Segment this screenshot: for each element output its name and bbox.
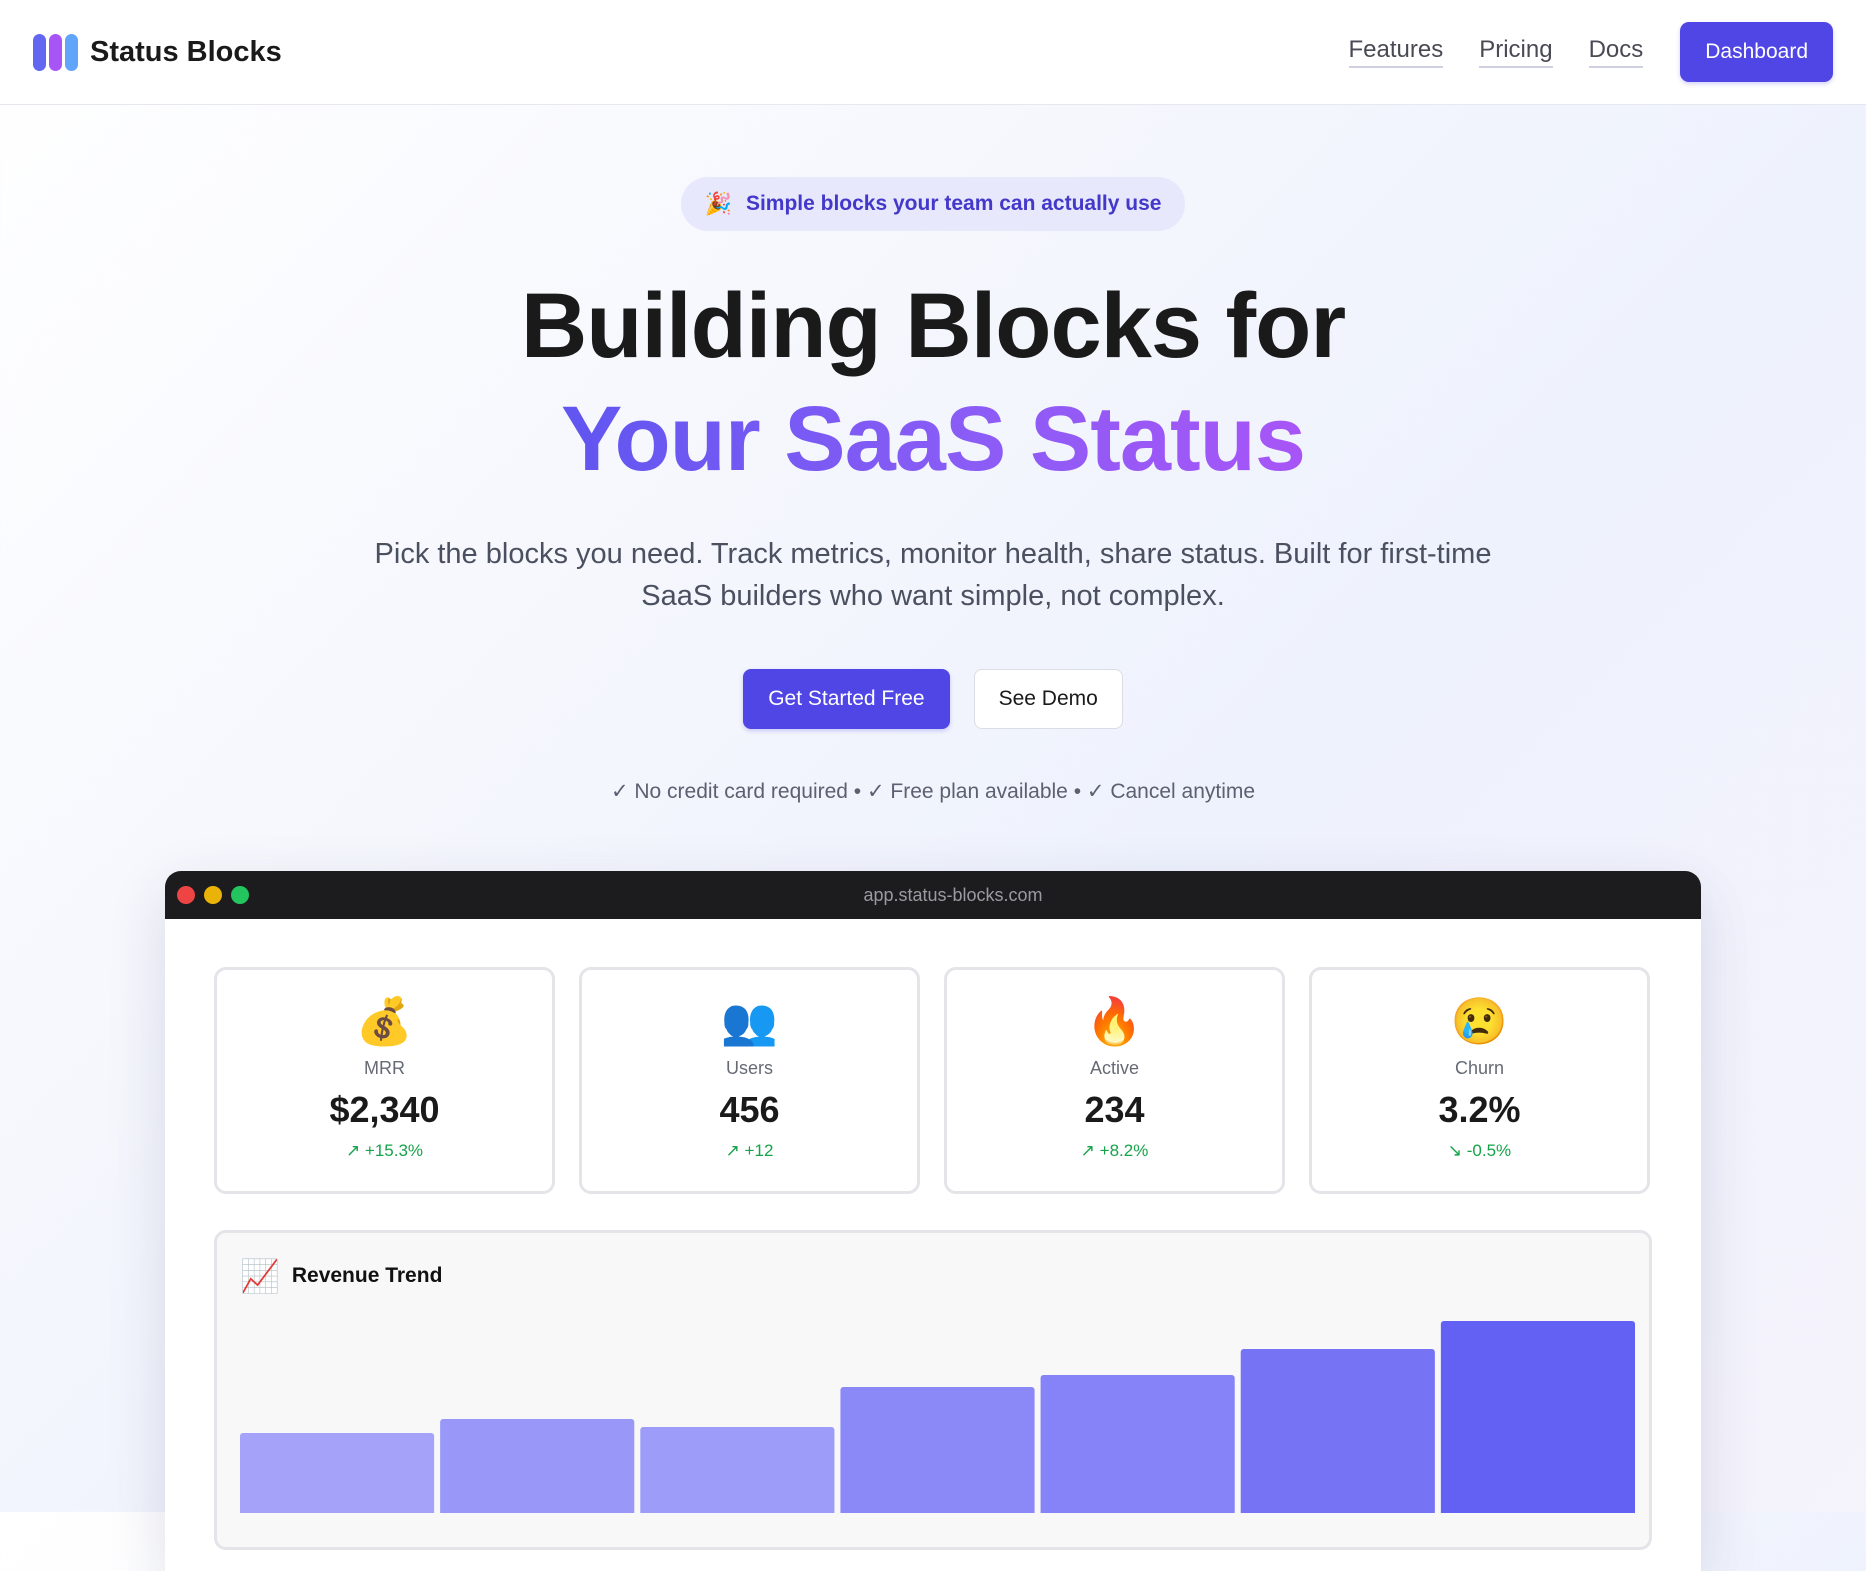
cta-group: Get Started Free See Demo <box>0 668 1866 729</box>
hero-title: Building Blocks for <box>520 275 1346 377</box>
metric-label: Active <box>1089 1058 1140 1078</box>
metric-value: 3.2% <box>1438 1089 1521 1130</box>
fire-icon: 🔥 <box>1085 995 1144 1047</box>
window-url: app.status-blocks.com <box>863 884 1043 905</box>
announcement-pill[interactable]: 🎉 Simple blocks your team can actually u… <box>680 177 1186 231</box>
chart-bar <box>1440 1321 1635 1513</box>
nav-link-pricing[interactable]: Pricing <box>1479 36 1553 68</box>
metric-label: MRR <box>364 1058 405 1078</box>
nav-link-docs[interactable]: Docs <box>1588 36 1644 68</box>
nav-link-features[interactable]: Features <box>1348 36 1444 68</box>
brand-name: Status Blocks <box>90 35 282 68</box>
metric-card-active[interactable]: 🔥 Active 234 ↗ +8.2% <box>944 967 1285 1194</box>
metric-card-users[interactable]: 👥 Users 456 ↗ +12 <box>579 967 920 1194</box>
chart-bar <box>640 1427 835 1513</box>
crying-face-icon: 😢 <box>1450 995 1509 1047</box>
metric-change: ↘ -0.5% <box>1447 1141 1512 1160</box>
dashboard-button[interactable]: Dashboard <box>1680 22 1833 82</box>
metric-value: 456 <box>719 1089 780 1130</box>
revenue-bar-chart <box>240 1321 1635 1513</box>
chart-bar <box>1040 1375 1235 1513</box>
logo-bar <box>33 33 46 71</box>
hero: 🎉 Simple blocks your team can actually u… <box>0 105 1866 804</box>
pill-text: Simple blocks your team can actually use <box>745 192 1162 215</box>
metric-label: Users <box>725 1058 773 1078</box>
metric-label: Churn <box>1454 1058 1505 1078</box>
app-preview-window: app.status-blocks.com 💰 MRR $2,340 ↗ +15… <box>165 871 1701 1571</box>
chart-bar <box>240 1433 435 1513</box>
chart-bar <box>440 1419 635 1513</box>
chart-bar <box>840 1387 1035 1513</box>
trust-line: ✓ No credit card required • ✓ Free plan … <box>610 779 1256 803</box>
users-icon: 👥 <box>720 995 779 1047</box>
hero-subtitle: Pick the blocks you need. Track metrics,… <box>374 537 1492 612</box>
logo-bar <box>65 33 78 71</box>
hero-title-highlight: Your SaaS Status <box>561 384 1306 494</box>
logo-bar <box>49 33 62 71</box>
metric-value: $2,340 <box>329 1089 440 1130</box>
minimize-dot-icon[interactable] <box>204 886 222 904</box>
metric-change: ↗ +8.2% <box>1080 1141 1149 1160</box>
top-nav: Status Blocks Features Pricing Docs Dash… <box>0 0 1866 105</box>
party-popper-icon: 🎉 <box>704 191 732 216</box>
close-dot-icon[interactable] <box>177 886 195 904</box>
metric-change: ↗ +15.3% <box>345 1141 424 1160</box>
chart-header: 📈 Revenue Trend <box>217 1233 1649 1295</box>
nav-links: Features Pricing Docs Dashboard <box>1348 22 1833 82</box>
get-started-button[interactable]: Get Started Free <box>743 668 950 729</box>
window-titlebar: app.status-blocks.com <box>165 871 1701 919</box>
revenue-trend-card: 📈 Revenue Trend <box>214 1230 1652 1550</box>
chart-bar <box>1240 1349 1435 1513</box>
logo-icon <box>33 33 78 71</box>
metric-value: 234 <box>1084 1089 1145 1130</box>
metric-card-churn[interactable]: 😢 Churn 3.2% ↘ -0.5% <box>1309 967 1650 1194</box>
metric-change: ↗ +12 <box>725 1141 774 1160</box>
window-controls <box>177 886 249 904</box>
brand[interactable]: Status Blocks <box>33 33 282 71</box>
chart-title: Revenue Trend <box>291 1264 443 1287</box>
see-demo-button[interactable]: See Demo <box>973 668 1123 729</box>
metric-card-mrr[interactable]: 💰 MRR $2,340 ↗ +15.3% <box>214 967 555 1194</box>
metrics-row: 💰 MRR $2,340 ↗ +15.3% 👥 Users 456 ↗ +12 … <box>165 919 1701 1194</box>
money-bag-icon: 💰 <box>355 995 414 1047</box>
chart-increasing-icon: 📈 <box>240 1258 280 1294</box>
maximize-dot-icon[interactable] <box>231 886 249 904</box>
